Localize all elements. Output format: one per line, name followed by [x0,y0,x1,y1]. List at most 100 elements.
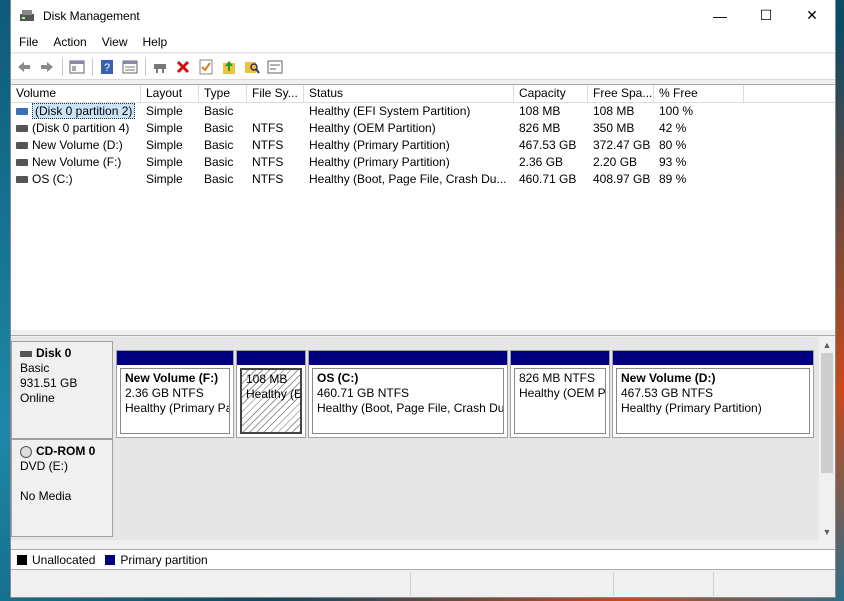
partition-bar [237,351,305,365]
free-space-cell: 372.47 GB [593,138,651,152]
delete-icon[interactable] [172,56,194,78]
scroll-up-icon[interactable]: ▲ [819,337,835,353]
help-icon[interactable]: ? [96,56,118,78]
volume-name: New Volume (D:) [32,138,123,152]
partition-efi[interactable]: 108 MB Healthy (EI [236,350,306,438]
partition-name: New Volume (F:) [125,371,219,385]
partition-size: 108 MB [246,372,288,386]
free-space-cell: 108 MB [593,104,635,118]
vertical-scrollbar[interactable]: ▲ ▼ [819,337,835,540]
volume-cell: OS (C:) [11,171,141,188]
partition-oem-body: 826 MB NTFS Healthy (OEM Pa [514,368,606,434]
scroll-down-icon[interactable]: ▼ [819,524,835,540]
disk-0-label[interactable]: Disk 0 Basic 931.51 GB Online [11,341,113,439]
hard-disk-icon [20,350,32,357]
type-cell: Basic [204,138,234,152]
disk-0-title: Disk 0 [20,346,104,361]
disk-0-type: Basic [20,361,50,375]
column-percent-free[interactable]: % Free [654,85,744,103]
partition-status: Healthy (OEM Pa [519,386,606,400]
up-folder-icon[interactable] [218,56,240,78]
layout-cell: Simple [146,138,183,152]
percent-free-cell: 89 % [659,172,687,186]
status-cell [11,572,411,596]
capacity-cell: 460.71 GB [519,172,577,186]
list-icon[interactable] [119,56,141,78]
menu-help[interactable]: Help [136,35,175,49]
table-row[interactable]: (Disk 0 partition 2) Simple Basic Health… [11,103,835,120]
column-file-system[interactable]: File Sy... [247,85,304,103]
disk-0-name: Disk 0 [36,346,72,360]
menu-file[interactable]: File [12,35,45,49]
search-icon[interactable] [241,56,263,78]
volume-name: (Disk 0 partition 4) [32,121,130,135]
volume-name: (Disk 0 partition 2) [32,103,136,119]
file-system-cell [247,103,304,120]
volume-cell: New Volume (D:) [11,137,141,154]
forward-arrow-icon[interactable] [36,56,58,78]
partition-c[interactable]: OS (C:) 460.71 GB NTFS Healthy (Boot, Pa… [308,350,508,438]
file-system-cell: NTFS [252,121,284,135]
column-capacity[interactable]: Capacity [514,85,588,103]
column-volume[interactable]: Volume [11,85,141,103]
free-space-cell: 350 MB [593,121,635,135]
capacity-cell: 467.53 GB [519,138,577,152]
table-row[interactable]: OS (C:) Simple Basic NTFS Healthy (Boot,… [11,171,835,188]
partition-size: 2.36 GB NTFS [125,386,204,400]
back-arrow-icon[interactable] [13,56,35,78]
partition-bar [613,351,813,365]
maximize-button[interactable]: ☐ [743,0,789,31]
console-icon[interactable] [66,56,88,78]
volume-cell: New Volume (F:) [11,154,141,171]
column-layout[interactable]: Layout [141,85,199,103]
partition-bar [309,351,507,365]
cdrom-0-name: CD-ROM 0 [36,444,96,458]
table-row[interactable]: New Volume (D:) Simple Basic NTFS Health… [11,137,835,154]
status-cell: Healthy (EFI System Partition) [309,104,471,118]
column-free-space[interactable]: Free Spa... [588,85,654,103]
layout-cell: Simple [146,155,183,169]
partition-oem[interactable]: 826 MB NTFS Healthy (OEM Pa [510,350,610,438]
type-cell: Basic [204,172,234,186]
volume-icon [16,108,28,116]
partition-efi-body: 108 MB Healthy (EI [240,368,302,434]
column-status[interactable]: Status [304,85,514,103]
close-button[interactable]: ✕ [789,0,835,31]
percent-free-cell: 93 % [659,155,687,169]
disk-0-row: Disk 0 Basic 931.51 GB Online New Volume… [11,341,819,439]
legend-primary-label: Primary partition [120,552,208,567]
disk-0-status: Online [20,391,55,405]
partition-status: Healthy (Boot, Page File, Crash Dur [317,401,504,415]
window-title: Disk Management [43,8,140,23]
type-cell: Basic [204,104,234,118]
properties-icon[interactable] [195,56,217,78]
table-row[interactable]: (Disk 0 partition 4) Simple Basic NTFS H… [11,120,835,137]
cdrom-0-label[interactable]: CD-ROM 0 DVD (E:) No Media [11,439,113,537]
layout-cell: Simple [146,172,183,186]
legend-unallocated: Unallocated [17,553,95,567]
toolbar-separator [92,57,93,76]
partition-status: Healthy (EI [246,387,302,401]
menu-view[interactable]: View [95,35,135,49]
partition-c-body: OS (C:) 460.71 GB NTFS Healthy (Boot, Pa… [312,368,504,434]
volume-icon [16,142,28,150]
partition-d[interactable]: New Volume (D:) 467.53 GB NTFS Healthy (… [612,350,814,438]
connect-icon[interactable] [149,56,171,78]
partition-size: 467.53 GB NTFS [621,386,714,400]
pane-splitter[interactable] [11,330,835,336]
settings-icon[interactable] [264,56,286,78]
cd-rom-icon [20,445,32,458]
minimize-button[interactable]: — [697,0,743,31]
free-space-cell: 408.97 GB [593,172,651,186]
table-row[interactable]: New Volume (F:) Simple Basic NTFS Health… [11,154,835,171]
scrollbar-thumb[interactable] [821,353,833,473]
layout-cell: Simple [146,121,183,135]
menu-action[interactable]: Action [46,35,93,49]
percent-free-cell: 100 % [659,104,694,118]
column-type[interactable]: Type [199,85,247,103]
status-cell [614,572,714,596]
status-cell: Healthy (Boot, Page File, Crash Du... [309,172,507,186]
partition-size: 826 MB NTFS [519,371,596,385]
partition-f[interactable]: New Volume (F:) 2.36 GB NTFS Healthy (Pr… [116,350,234,438]
percent-free-cell: 80 % [659,138,687,152]
